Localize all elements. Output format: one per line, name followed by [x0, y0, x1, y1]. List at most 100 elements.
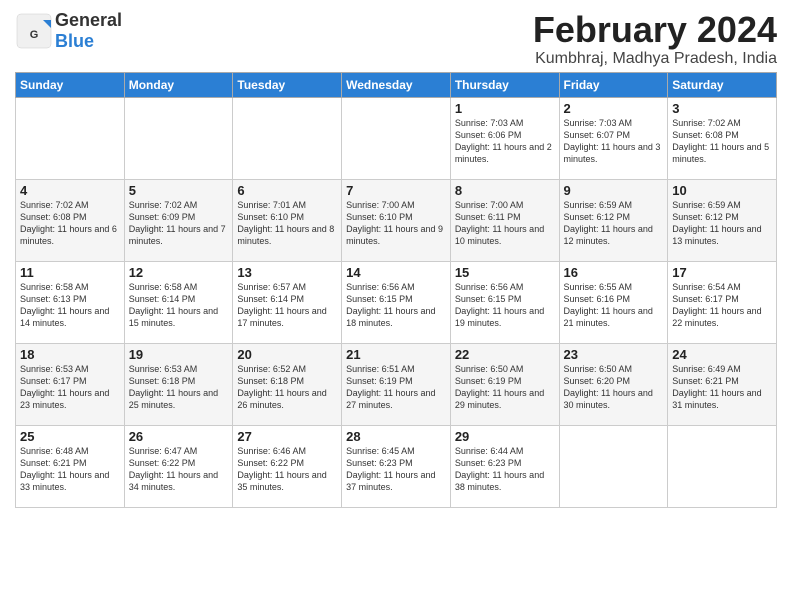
calendar-cell: 24Sunrise: 6:49 AM Sunset: 6:21 PM Dayli…: [668, 343, 777, 425]
day-content: Sunrise: 6:58 AM Sunset: 6:13 PM Dayligh…: [20, 281, 120, 330]
week-row-0: 1Sunrise: 7:03 AM Sunset: 6:06 PM Daylig…: [16, 97, 777, 179]
logo-icon: G: [15, 12, 53, 50]
day-number: 6: [237, 183, 337, 198]
day-number: 14: [346, 265, 446, 280]
day-content: Sunrise: 6:48 AM Sunset: 6:21 PM Dayligh…: [20, 445, 120, 494]
logo-general-text: General: [55, 10, 122, 30]
calendar-cell: [16, 97, 125, 179]
calendar-cell: 23Sunrise: 6:50 AM Sunset: 6:20 PM Dayli…: [559, 343, 668, 425]
day-content: Sunrise: 7:02 AM Sunset: 6:09 PM Dayligh…: [129, 199, 229, 248]
location-title: Kumbhraj, Madhya Pradesh, India: [533, 50, 777, 68]
calendar-cell: 10Sunrise: 6:59 AM Sunset: 6:12 PM Dayli…: [668, 179, 777, 261]
logo: G General Blue: [15, 10, 122, 52]
svg-text:G: G: [30, 29, 39, 41]
day-content: Sunrise: 6:52 AM Sunset: 6:18 PM Dayligh…: [237, 363, 337, 412]
day-content: Sunrise: 7:03 AM Sunset: 6:07 PM Dayligh…: [564, 117, 664, 166]
day-content: Sunrise: 6:49 AM Sunset: 6:21 PM Dayligh…: [672, 363, 772, 412]
calendar-cell: 8Sunrise: 7:00 AM Sunset: 6:11 PM Daylig…: [450, 179, 559, 261]
page: G General Blue February 2024 Kumbhraj, M…: [0, 0, 792, 612]
calendar-cell: [559, 425, 668, 507]
day-number: 21: [346, 347, 446, 362]
day-number: 1: [455, 101, 555, 116]
title-block: February 2024 Kumbhraj, Madhya Pradesh, …: [533, 10, 777, 68]
calendar-cell: 27Sunrise: 6:46 AM Sunset: 6:22 PM Dayli…: [233, 425, 342, 507]
calendar-table: Sunday Monday Tuesday Wednesday Thursday…: [15, 72, 777, 508]
col-monday: Monday: [124, 72, 233, 97]
day-content: Sunrise: 7:01 AM Sunset: 6:10 PM Dayligh…: [237, 199, 337, 248]
day-number: 27: [237, 429, 337, 444]
day-content: Sunrise: 6:54 AM Sunset: 6:17 PM Dayligh…: [672, 281, 772, 330]
day-content: Sunrise: 6:59 AM Sunset: 6:12 PM Dayligh…: [672, 199, 772, 248]
day-content: Sunrise: 7:00 AM Sunset: 6:11 PM Dayligh…: [455, 199, 555, 248]
day-number: 9: [564, 183, 664, 198]
calendar-cell: 6Sunrise: 7:01 AM Sunset: 6:10 PM Daylig…: [233, 179, 342, 261]
calendar-cell: 2Sunrise: 7:03 AM Sunset: 6:07 PM Daylig…: [559, 97, 668, 179]
day-number: 18: [20, 347, 120, 362]
calendar-cell: 3Sunrise: 7:02 AM Sunset: 6:08 PM Daylig…: [668, 97, 777, 179]
day-number: 16: [564, 265, 664, 280]
col-sunday: Sunday: [16, 72, 125, 97]
day-number: 23: [564, 347, 664, 362]
col-friday: Friday: [559, 72, 668, 97]
calendar-cell: 1Sunrise: 7:03 AM Sunset: 6:06 PM Daylig…: [450, 97, 559, 179]
calendar-cell: [668, 425, 777, 507]
calendar-cell: 28Sunrise: 6:45 AM Sunset: 6:23 PM Dayli…: [342, 425, 451, 507]
calendar-cell: 20Sunrise: 6:52 AM Sunset: 6:18 PM Dayli…: [233, 343, 342, 425]
calendar-cell: 22Sunrise: 6:50 AM Sunset: 6:19 PM Dayli…: [450, 343, 559, 425]
day-content: Sunrise: 6:51 AM Sunset: 6:19 PM Dayligh…: [346, 363, 446, 412]
day-number: 28: [346, 429, 446, 444]
day-number: 17: [672, 265, 772, 280]
day-number: 4: [20, 183, 120, 198]
day-number: 7: [346, 183, 446, 198]
day-content: Sunrise: 6:53 AM Sunset: 6:17 PM Dayligh…: [20, 363, 120, 412]
calendar-cell: 12Sunrise: 6:58 AM Sunset: 6:14 PM Dayli…: [124, 261, 233, 343]
day-content: Sunrise: 6:58 AM Sunset: 6:14 PM Dayligh…: [129, 281, 229, 330]
calendar-cell: 4Sunrise: 7:02 AM Sunset: 6:08 PM Daylig…: [16, 179, 125, 261]
header: G General Blue February 2024 Kumbhraj, M…: [15, 10, 777, 68]
day-content: Sunrise: 6:56 AM Sunset: 6:15 PM Dayligh…: [346, 281, 446, 330]
day-number: 13: [237, 265, 337, 280]
day-content: Sunrise: 6:47 AM Sunset: 6:22 PM Dayligh…: [129, 445, 229, 494]
day-number: 24: [672, 347, 772, 362]
week-row-1: 4Sunrise: 7:02 AM Sunset: 6:08 PM Daylig…: [16, 179, 777, 261]
calendar-cell: 16Sunrise: 6:55 AM Sunset: 6:16 PM Dayli…: [559, 261, 668, 343]
day-number: 19: [129, 347, 229, 362]
calendar-cell: [124, 97, 233, 179]
week-row-2: 11Sunrise: 6:58 AM Sunset: 6:13 PM Dayli…: [16, 261, 777, 343]
day-number: 3: [672, 101, 772, 116]
day-number: 25: [20, 429, 120, 444]
day-content: Sunrise: 6:53 AM Sunset: 6:18 PM Dayligh…: [129, 363, 229, 412]
day-number: 29: [455, 429, 555, 444]
calendar-cell: [342, 97, 451, 179]
col-thursday: Thursday: [450, 72, 559, 97]
day-number: 11: [20, 265, 120, 280]
day-content: Sunrise: 6:50 AM Sunset: 6:20 PM Dayligh…: [564, 363, 664, 412]
calendar-cell: 9Sunrise: 6:59 AM Sunset: 6:12 PM Daylig…: [559, 179, 668, 261]
day-number: 2: [564, 101, 664, 116]
calendar-cell: 18Sunrise: 6:53 AM Sunset: 6:17 PM Dayli…: [16, 343, 125, 425]
calendar-cell: 21Sunrise: 6:51 AM Sunset: 6:19 PM Dayli…: [342, 343, 451, 425]
calendar-cell: 13Sunrise: 6:57 AM Sunset: 6:14 PM Dayli…: [233, 261, 342, 343]
col-tuesday: Tuesday: [233, 72, 342, 97]
calendar-cell: 17Sunrise: 6:54 AM Sunset: 6:17 PM Dayli…: [668, 261, 777, 343]
day-content: Sunrise: 6:55 AM Sunset: 6:16 PM Dayligh…: [564, 281, 664, 330]
day-content: Sunrise: 6:56 AM Sunset: 6:15 PM Dayligh…: [455, 281, 555, 330]
calendar-cell: 26Sunrise: 6:47 AM Sunset: 6:22 PM Dayli…: [124, 425, 233, 507]
day-content: Sunrise: 7:03 AM Sunset: 6:06 PM Dayligh…: [455, 117, 555, 166]
day-number: 10: [672, 183, 772, 198]
day-number: 15: [455, 265, 555, 280]
calendar-cell: 15Sunrise: 6:56 AM Sunset: 6:15 PM Dayli…: [450, 261, 559, 343]
day-content: Sunrise: 7:02 AM Sunset: 6:08 PM Dayligh…: [20, 199, 120, 248]
calendar-cell: 29Sunrise: 6:44 AM Sunset: 6:23 PM Dayli…: [450, 425, 559, 507]
day-number: 5: [129, 183, 229, 198]
day-content: Sunrise: 7:02 AM Sunset: 6:08 PM Dayligh…: [672, 117, 772, 166]
day-content: Sunrise: 6:57 AM Sunset: 6:14 PM Dayligh…: [237, 281, 337, 330]
week-row-3: 18Sunrise: 6:53 AM Sunset: 6:17 PM Dayli…: [16, 343, 777, 425]
month-title: February 2024: [533, 10, 777, 50]
day-content: Sunrise: 6:46 AM Sunset: 6:22 PM Dayligh…: [237, 445, 337, 494]
day-number: 20: [237, 347, 337, 362]
day-content: Sunrise: 6:45 AM Sunset: 6:23 PM Dayligh…: [346, 445, 446, 494]
day-number: 12: [129, 265, 229, 280]
calendar-cell: 25Sunrise: 6:48 AM Sunset: 6:21 PM Dayli…: [16, 425, 125, 507]
day-content: Sunrise: 6:59 AM Sunset: 6:12 PM Dayligh…: [564, 199, 664, 248]
